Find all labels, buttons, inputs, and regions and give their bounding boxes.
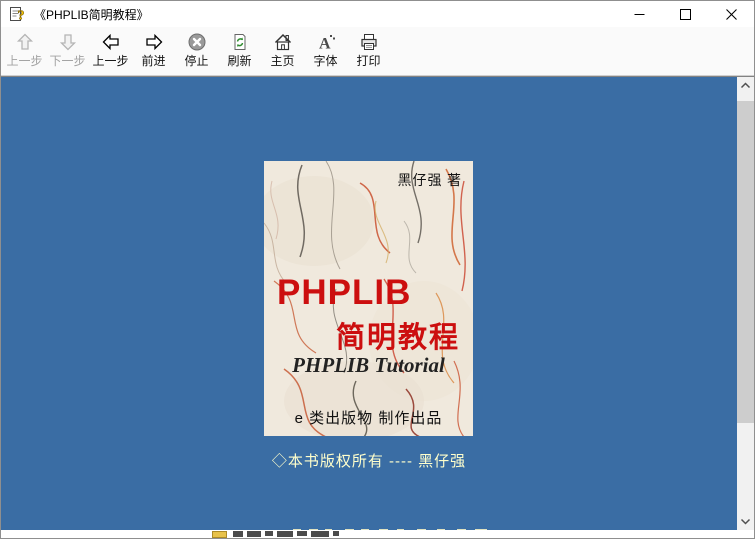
arrow-right-icon (143, 31, 165, 53)
font-icon: A (315, 31, 337, 53)
arrow-down-icon (57, 31, 79, 53)
refresh-icon (229, 31, 251, 53)
clipped-content-fragments (233, 531, 243, 537)
toolbar-button-stop[interactable]: 停止 (175, 27, 218, 68)
toolbar-label: 刷新 (227, 54, 251, 68)
toolbar-button-forward[interactable]: 前进 (132, 27, 175, 68)
close-button[interactable] (708, 1, 754, 27)
book-cover-image: 黑仔强 著 PHPLIB 简明教程 PHPLIB Tutorial e 类出版物… (264, 161, 473, 436)
toolbar-button-back[interactable]: 上一步 (89, 27, 132, 68)
copyright-line: ◇本书版权所有 ---- 黑仔强 (1, 450, 737, 471)
toolbar-label: 上一步 (6, 54, 42, 68)
maximize-button[interactable] (662, 1, 708, 27)
scrollbar-up-button[interactable] (737, 77, 754, 94)
home-icon (272, 31, 294, 53)
cover-title-en: PHPLIB (277, 273, 411, 313)
toolbar-label: 上一步 (92, 54, 128, 68)
cover-publisher: e 类出版物 制作出品 (264, 407, 473, 428)
arrow-up-icon (14, 31, 36, 53)
toolbar-button-next-step: 下一步 (46, 27, 89, 68)
toolbar-button-font[interactable]: A 字体 (304, 27, 347, 68)
chevron-up-icon (739, 81, 752, 90)
toolbar-button-refresh[interactable]: 刷新 (218, 27, 261, 68)
scrollbar-down-button[interactable] (737, 513, 754, 530)
toolbar-label: 打印 (356, 54, 380, 68)
toolbar-label: 字体 (313, 54, 337, 68)
toolbar-button-print[interactable]: 打印 (347, 27, 390, 68)
toolbar-label: 停止 (184, 54, 208, 68)
minimize-icon (634, 9, 645, 20)
toolbar-label: 下一步 (49, 54, 85, 68)
minimize-button[interactable] (616, 1, 662, 27)
svg-text:A: A (319, 36, 331, 53)
toolbar: 上一步 下一步 上一步 前进 停止 (1, 27, 754, 76)
chevron-down-icon (739, 517, 752, 526)
vertical-scrollbar[interactable] (737, 77, 754, 530)
title-bar[interactable]: ? 《PHPLIB简明教程》 (1, 1, 754, 27)
cover-title-zh: 简明教程 (336, 314, 460, 356)
toolbar-label: 前进 (141, 54, 165, 68)
toolbar-button-prev-step: 上一步 (3, 27, 46, 68)
svg-text:?: ? (18, 9, 25, 24)
cover-subtitle: PHPLIB Tutorial (264, 353, 473, 378)
print-icon (358, 31, 380, 53)
arrow-left-icon (100, 31, 122, 53)
toolbar-label: 主页 (270, 54, 294, 68)
scrollbar-thumb[interactable] (737, 101, 754, 423)
folder-icon (212, 531, 227, 538)
window-title: 《PHPLIB简明教程》 (34, 6, 149, 23)
window-controls (616, 1, 754, 27)
help-book-icon: ? (9, 5, 27, 23)
help-viewer-window: ? 《PHPLIB简明教程》 上一步 下 (0, 0, 755, 539)
cover-author: 黑仔强 著 (398, 170, 463, 190)
page-content: 黑仔强 著 PHPLIB 简明教程 PHPLIB Tutorial e 类出版物… (1, 76, 754, 538)
close-icon (726, 9, 737, 20)
stop-icon (186, 31, 208, 53)
maximize-icon (680, 9, 691, 20)
toolbar-button-home[interactable]: 主页 (261, 27, 304, 68)
clipped-bottom-row (1, 530, 754, 538)
